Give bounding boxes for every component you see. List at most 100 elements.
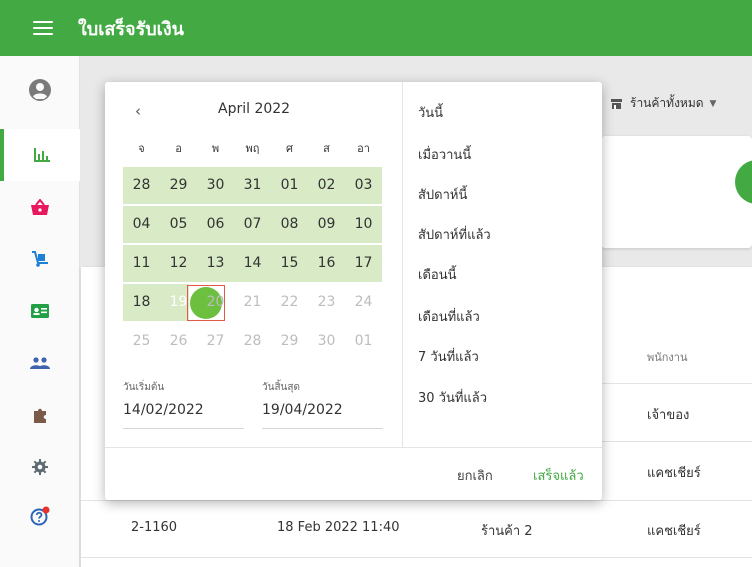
basket-icon	[31, 199, 49, 215]
start-date-label: วันเริ่มต้น	[123, 382, 165, 393]
table-cell-employee: แคชเชียร์	[647, 524, 701, 539]
date-range-picker: ‹ April 2022 จ อ พ พฤ ศ ส อา 28 29 30 31 01 0…	[105, 82, 602, 500]
preset-last-30-days[interactable]: 30 วันที่แล้ว	[418, 387, 487, 408]
done-button[interactable]: เสร็จแล้ว	[533, 465, 584, 486]
calendar-day[interactable]: 05	[160, 206, 197, 243]
chevron-down-icon: ▼	[709, 98, 717, 109]
preset-this-month[interactable]: เดือนนี้	[418, 264, 456, 285]
hand-truck-icon	[32, 251, 48, 267]
bar-chart-icon	[34, 148, 50, 162]
picker-divider	[402, 82, 403, 447]
weekday-label: พฤ	[245, 142, 260, 155]
sidebar	[0, 56, 80, 567]
table-cell-employee: เจ้าของ	[647, 408, 690, 423]
preset-last-week[interactable]: สัปดาห์ที่แล้ว	[418, 224, 491, 245]
page-title: ใบเสร็จรับเงิน	[78, 18, 184, 40]
weekday-label: ส	[323, 142, 330, 155]
calendar-day[interactable]: 03	[345, 167, 382, 204]
calendar-day[interactable]: 04	[123, 206, 160, 243]
calendar-day[interactable]: 29	[160, 167, 197, 204]
calendar-day[interactable]: 02	[308, 167, 345, 204]
calendar-day[interactable]: 19	[160, 284, 197, 321]
table-divider	[81, 557, 752, 558]
weekday-label: ศ	[286, 142, 293, 155]
sidebar-item-reports[interactable]	[0, 129, 80, 181]
calendar-day[interactable]: 25	[123, 323, 160, 360]
sidebar-item-help[interactable]	[0, 490, 80, 542]
table-cell-receipt[interactable]: 2-1160	[131, 520, 177, 535]
preset-last-7-days[interactable]: 7 วันที่แล้ว	[418, 346, 479, 367]
sidebar-item-settings[interactable]	[0, 441, 80, 493]
contact-card-icon	[31, 304, 49, 318]
calendar-day[interactable]: 24	[345, 284, 382, 321]
table-cell-date: 18 Feb 2022 11:40	[277, 520, 400, 535]
previous-month-button[interactable]: ‹	[135, 102, 141, 120]
month-label: April 2022	[218, 101, 291, 117]
end-date-field[interactable]: 19/04/2022	[262, 402, 343, 418]
store-icon	[611, 98, 622, 109]
calendar-day[interactable]: 20	[197, 284, 234, 321]
weekday-label: อา	[357, 142, 370, 155]
table-cell-store: ร้านค้า 2	[481, 524, 533, 539]
calendar-day[interactable]: 27	[197, 323, 234, 360]
weekday-label: จ	[138, 142, 145, 155]
table-divider	[602, 441, 752, 442]
calendar-day[interactable]: 23	[308, 284, 345, 321]
puzzle-icon	[34, 408, 46, 423]
calendar-day[interactable]: 26	[160, 323, 197, 360]
start-date-underline	[123, 428, 244, 429]
preset-yesterday[interactable]: เมื่อวานนี้	[418, 144, 471, 165]
sidebar-item-employees[interactable]	[0, 337, 80, 389]
calendar-day[interactable]: 16	[308, 245, 345, 282]
end-date-label: วันสิ้นสุด	[262, 382, 300, 393]
calendar-day[interactable]: 13	[197, 245, 234, 282]
calendar-day[interactable]: 12	[160, 245, 197, 282]
calendar-day[interactable]: 01	[271, 167, 308, 204]
cancel-button[interactable]: ยกเลิก	[457, 465, 493, 486]
calendar-day[interactable]: 30	[197, 167, 234, 204]
table-cell-employee: แคชเชียร์	[647, 466, 701, 481]
picker-footer-divider	[105, 447, 602, 448]
start-date-field[interactable]: 14/02/2022	[123, 402, 204, 418]
calendar-day[interactable]: 06	[197, 206, 234, 243]
calendar-day[interactable]: 11	[123, 245, 160, 282]
account-circle-icon	[29, 79, 51, 101]
people-icon	[30, 357, 50, 369]
help-icon	[30, 506, 50, 526]
sidebar-item-items[interactable]	[0, 181, 80, 233]
preset-last-month[interactable]: เดือนที่แล้ว	[418, 306, 480, 327]
sidebar-item-customers[interactable]	[0, 285, 80, 337]
summary-card	[601, 136, 752, 248]
sidebar-item-integrations[interactable]	[0, 389, 80, 441]
calendar-day[interactable]: 17	[345, 245, 382, 282]
table-divider	[81, 500, 752, 501]
sidebar-item-profile[interactable]	[0, 64, 80, 116]
weekday-label: พ	[211, 142, 220, 155]
sidebar-item-inventory[interactable]	[0, 233, 80, 285]
gear-icon	[32, 459, 48, 475]
calendar-day[interactable]: 15	[271, 245, 308, 282]
calendar-day[interactable]: 09	[308, 206, 345, 243]
calendar-day[interactable]: 30	[308, 323, 345, 360]
column-header-employee: พนักงาน	[647, 351, 688, 364]
weekday-label: อ	[175, 142, 182, 155]
hamburger-menu-icon[interactable]	[33, 21, 53, 35]
calendar-day[interactable]: 01	[345, 323, 382, 360]
table-divider	[602, 383, 752, 384]
calendar-day[interactable]: 10	[345, 206, 382, 243]
calendar-day[interactable]: 28	[234, 323, 271, 360]
preset-this-week[interactable]: สัปดาห์นี้	[418, 184, 467, 205]
calendar-day[interactable]: 21	[234, 284, 271, 321]
calendar-day[interactable]: 29	[271, 323, 308, 360]
calendar-day[interactable]: 07	[234, 206, 271, 243]
calendar-day[interactable]: 18	[123, 284, 160, 321]
store-filter-label: ร้านค้าทั้งหมด	[630, 96, 704, 110]
calendar-day[interactable]: 14	[234, 245, 271, 282]
calendar-day[interactable]: 08	[271, 206, 308, 243]
preset-today[interactable]: วันนี้	[418, 102, 443, 123]
top-app-bar: ใบเสร็จรับเงิน	[0, 0, 752, 56]
calendar-day[interactable]: 22	[271, 284, 308, 321]
store-filter-dropdown[interactable]: ร้านค้าทั้งหมด ▼	[611, 94, 716, 113]
calendar-day[interactable]: 28	[123, 167, 160, 204]
calendar-day[interactable]: 31	[234, 167, 271, 204]
